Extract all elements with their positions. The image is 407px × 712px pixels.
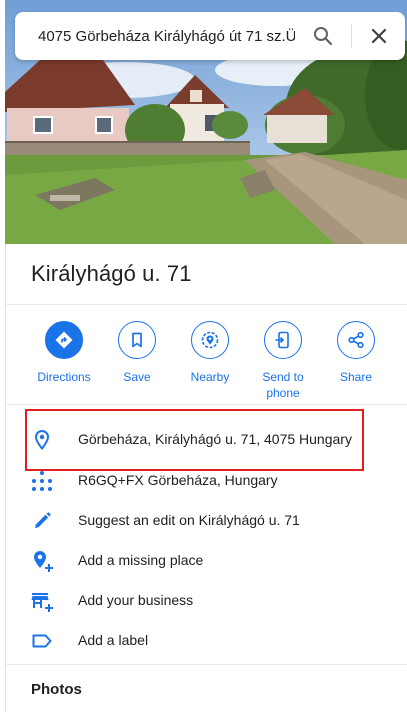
add-place-icon [30, 549, 54, 573]
photos-heading: Photos [31, 681, 82, 698]
search-input[interactable] [15, 12, 295, 60]
label-icon [30, 629, 54, 653]
add-missing-place-row[interactable]: Add a missing place [5, 541, 407, 581]
save-label: Save [123, 370, 151, 384]
directions-label: Directions [37, 370, 91, 384]
bookmark-icon [118, 321, 156, 359]
plus-code-icon [30, 469, 54, 493]
divider [5, 304, 407, 305]
add-business-icon [30, 589, 54, 613]
send-to-phone-label-line2: phone [266, 386, 300, 400]
nearby-icon [191, 321, 229, 359]
add-business-row[interactable]: Add your business [5, 581, 407, 621]
search-box [15, 12, 405, 60]
nearby-button[interactable]: Nearby [175, 321, 245, 385]
place-title: Királyhágó u. 71 [31, 261, 192, 286]
share-icon [337, 321, 375, 359]
add-label-text: Add a label [78, 632, 149, 648]
divider [5, 404, 407, 405]
save-button[interactable]: Save [102, 321, 172, 385]
add-business-text: Add your business [78, 592, 194, 608]
search-divider [351, 24, 352, 48]
directions-icon [45, 321, 83, 359]
plus-code-text: R6GQ+FX Görbeháza, Hungary [78, 472, 278, 488]
share-button[interactable]: Share [321, 321, 391, 385]
directions-button[interactable]: Directions [29, 321, 99, 385]
suggest-edit-text: Suggest an edit on Királyhágó u. 71 [78, 512, 300, 528]
share-label: Share [339, 370, 373, 384]
send-to-phone-label: Send to phone [248, 369, 318, 401]
divider [5, 664, 407, 665]
suggest-edit-row[interactable]: Suggest an edit on Királyhágó u. 71 [5, 501, 407, 541]
send-to-phone-icon [264, 321, 302, 359]
address-row[interactable]: Görbeháza, Királyhágó u. 71, 4075 Hungar… [5, 420, 407, 460]
send-to-phone-label-line1: Send to [262, 370, 304, 384]
nearby-label: Nearby [190, 370, 230, 384]
pencil-icon [30, 509, 54, 533]
send-to-phone-button[interactable]: Send to phone [248, 321, 318, 401]
location-pin-icon [30, 428, 54, 452]
address-text: Görbeháza, Királyhágó u. 71, 4075 Hungar… [78, 431, 352, 447]
plus-code-row[interactable]: R6GQ+FX Görbeháza, Hungary [5, 461, 407, 501]
search-icon[interactable] [311, 24, 335, 48]
add-missing-place-text: Add a missing place [78, 552, 204, 568]
add-label-row[interactable]: Add a label [5, 621, 407, 661]
close-icon[interactable] [367, 24, 391, 48]
